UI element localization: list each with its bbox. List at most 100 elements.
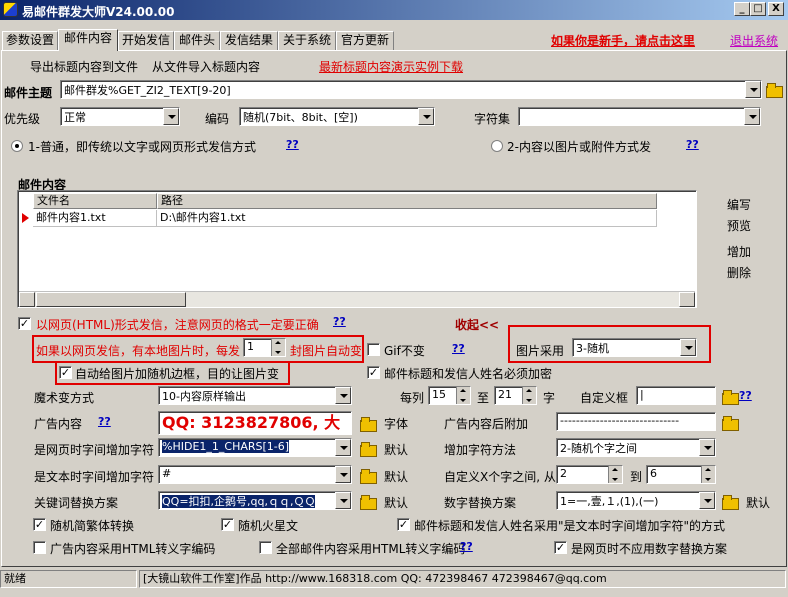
title-text-label[interactable]: 邮件标题和发信人姓名采用"是文本时字间增加字符"的方式	[414, 517, 725, 534]
chevron-down-icon[interactable]	[745, 81, 761, 98]
preview-button[interactable]: 预览	[727, 217, 751, 234]
maximize-button[interactable]: □	[750, 2, 766, 16]
magic-help[interactable]: ??	[739, 389, 752, 402]
text-add-default[interactable]: 默认	[384, 468, 408, 485]
encrypt-label[interactable]: 邮件标题和发信人姓名必须加密	[384, 365, 552, 382]
spinner-arrows-icon[interactable]	[271, 339, 285, 356]
tab-send-result[interactable]: 发信结果	[220, 31, 278, 50]
chevron-down-icon[interactable]	[163, 108, 179, 125]
collapse-button[interactable]: 收起<<	[455, 316, 499, 333]
image-count-spinner[interactable]: 1	[243, 338, 286, 357]
folder-open-icon[interactable]	[360, 495, 377, 510]
subject-combo[interactable]: 邮件群发%GET_ZI2_TEXT[9-20]	[60, 80, 762, 99]
spinner-arrows-icon[interactable]	[608, 466, 622, 483]
image-adopt-select[interactable]: 3-随机	[572, 338, 697, 357]
stars-checkbox[interactable]: ✓	[221, 518, 234, 531]
tab-start-send[interactable]: 开始发信	[118, 31, 174, 50]
encoding-select[interactable]: 随机(7bit、8bit、[空])	[239, 107, 435, 126]
auto-border-checkbox[interactable]: ✓	[59, 366, 72, 379]
custom-x-from-spinner[interactable]: 2	[556, 465, 623, 484]
mode-image-help[interactable]: ??	[686, 138, 699, 151]
folder-open-icon[interactable]	[766, 83, 783, 98]
all-html-help[interactable]: ??	[460, 540, 473, 553]
ad-append-input[interactable]: ------------------------------	[556, 412, 716, 431]
tab-about[interactable]: 关于系统	[278, 31, 336, 50]
auto-border-label[interactable]: 自动给图片加随机边框，目的让图片变	[75, 365, 279, 382]
gif-keep-checkbox[interactable]	[367, 343, 380, 356]
folder-open-icon[interactable]	[360, 469, 377, 484]
per-from-spinner[interactable]: 15	[428, 386, 471, 405]
row-filename[interactable]: 邮件内容1.txt	[33, 210, 157, 227]
custom-x-to-spinner[interactable]: 6	[646, 465, 716, 484]
tab-mail-content[interactable]: 邮件内容	[58, 29, 118, 51]
exit-link[interactable]: 退出系统	[730, 32, 778, 49]
scroll-left-arrow[interactable]	[19, 292, 35, 307]
all-html-checkbox[interactable]	[259, 541, 272, 554]
images-help[interactable]: ??	[452, 342, 465, 355]
ad-html-checkbox[interactable]	[33, 541, 46, 554]
chevron-down-icon[interactable]	[699, 492, 715, 509]
horizontal-scrollbar[interactable]	[19, 291, 695, 307]
chevron-down-icon[interactable]	[335, 466, 351, 483]
number-replace-select[interactable]: 1=一,壹,１,(1),(一)	[556, 491, 716, 510]
spinner-arrows-icon[interactable]	[456, 387, 470, 404]
spinner-arrows-icon[interactable]	[701, 466, 715, 483]
demo-download-link[interactable]: 最新标题内容演示实例下载	[319, 58, 463, 75]
chevron-down-icon[interactable]	[699, 439, 715, 456]
number-replace-default[interactable]: 默认	[746, 494, 770, 511]
priority-select[interactable]: 正常	[60, 107, 180, 126]
tab-mail-header[interactable]: 邮件头	[174, 31, 220, 50]
title-text-checkbox[interactable]: ✓	[397, 518, 410, 531]
mode-normal-label[interactable]: 1-普通，即传统以文字或网页形式发信方式	[28, 138, 256, 155]
ad-content-input[interactable]: QQ: 3123827806, 大	[158, 411, 352, 435]
all-html-label[interactable]: 全部邮件内容采用HTML转义字编码	[276, 540, 465, 557]
folder-open-icon[interactable]	[360, 442, 377, 457]
mode-image-label[interactable]: 2-内容以图片或附件方式发	[507, 138, 651, 155]
tab-params[interactable]: 参数设置	[2, 31, 58, 50]
folder-open-icon[interactable]	[722, 495, 739, 510]
chevron-down-icon[interactable]	[744, 108, 760, 125]
ad-help[interactable]: ??	[98, 415, 111, 428]
magic-select[interactable]: 10-内容原样输出	[158, 386, 352, 405]
no-num-checkbox[interactable]: ✓	[554, 541, 567, 554]
web-add-select[interactable]: %HIDE1_1_CHARS[1-6]	[158, 438, 352, 457]
column-path[interactable]: 路径	[157, 193, 657, 209]
scroll-thumb[interactable]	[36, 292, 186, 307]
no-num-label[interactable]: 是网页时不应用数字替换方案	[571, 540, 727, 557]
trad-label[interactable]: 随机简繁体转换	[50, 517, 134, 534]
chevron-down-icon[interactable]	[335, 439, 351, 456]
edit-button[interactable]: 编写	[727, 196, 751, 213]
mode-image-radio[interactable]	[491, 140, 503, 152]
export-button[interactable]: 导出标题内容到文件	[30, 58, 138, 75]
per-to-spinner[interactable]: 21	[494, 386, 537, 405]
charset-select[interactable]	[518, 107, 761, 126]
delete-button[interactable]: 删除	[727, 264, 751, 281]
import-button[interactable]: 从文件导入标题内容	[152, 58, 260, 75]
mode-normal-radio[interactable]	[11, 140, 23, 152]
encrypt-checkbox[interactable]: ✓	[367, 366, 380, 379]
keyword-select[interactable]: QQ=扣扣,企鹅号,qq,ｑｑ,ＱＱ	[158, 491, 352, 510]
html-send-checkbox[interactable]: ✓	[18, 317, 31, 330]
minimize-button[interactable]: _	[734, 2, 750, 16]
chevron-down-icon[interactable]	[680, 339, 696, 356]
row-path[interactable]: D:\邮件内容1.txt	[157, 210, 657, 227]
content-file-list[interactable]: 文件名 路径 邮件内容1.txt D:\邮件内容1.txt	[17, 190, 697, 308]
custom-frame-input[interactable]: |	[636, 386, 716, 405]
html-send-help[interactable]: ??	[333, 315, 346, 328]
gif-keep-label[interactable]: Gif不变	[384, 342, 425, 359]
add-method-select[interactable]: 2-随机个字之间	[556, 438, 716, 457]
column-filename[interactable]: 文件名	[33, 193, 157, 209]
mode-normal-help[interactable]: ??	[286, 138, 299, 151]
html-send-label[interactable]: 以网页(HTML)形式发信，注意网页的格式一定要正确	[36, 316, 319, 333]
close-button[interactable]: X	[768, 2, 784, 16]
stars-label[interactable]: 随机火星文	[238, 517, 298, 534]
trad-checkbox[interactable]: ✓	[33, 518, 46, 531]
folder-open-icon[interactable]	[722, 390, 739, 405]
font-button[interactable]: 字体	[384, 415, 408, 432]
newbie-link[interactable]: 如果你是新手，请点击这里	[551, 32, 695, 49]
tab-update[interactable]: 官方更新	[336, 31, 394, 50]
add-button[interactable]: 增加	[727, 243, 751, 260]
chevron-down-icon[interactable]	[335, 492, 351, 509]
scroll-right-arrow[interactable]	[679, 292, 695, 307]
chevron-down-icon[interactable]	[335, 387, 351, 404]
